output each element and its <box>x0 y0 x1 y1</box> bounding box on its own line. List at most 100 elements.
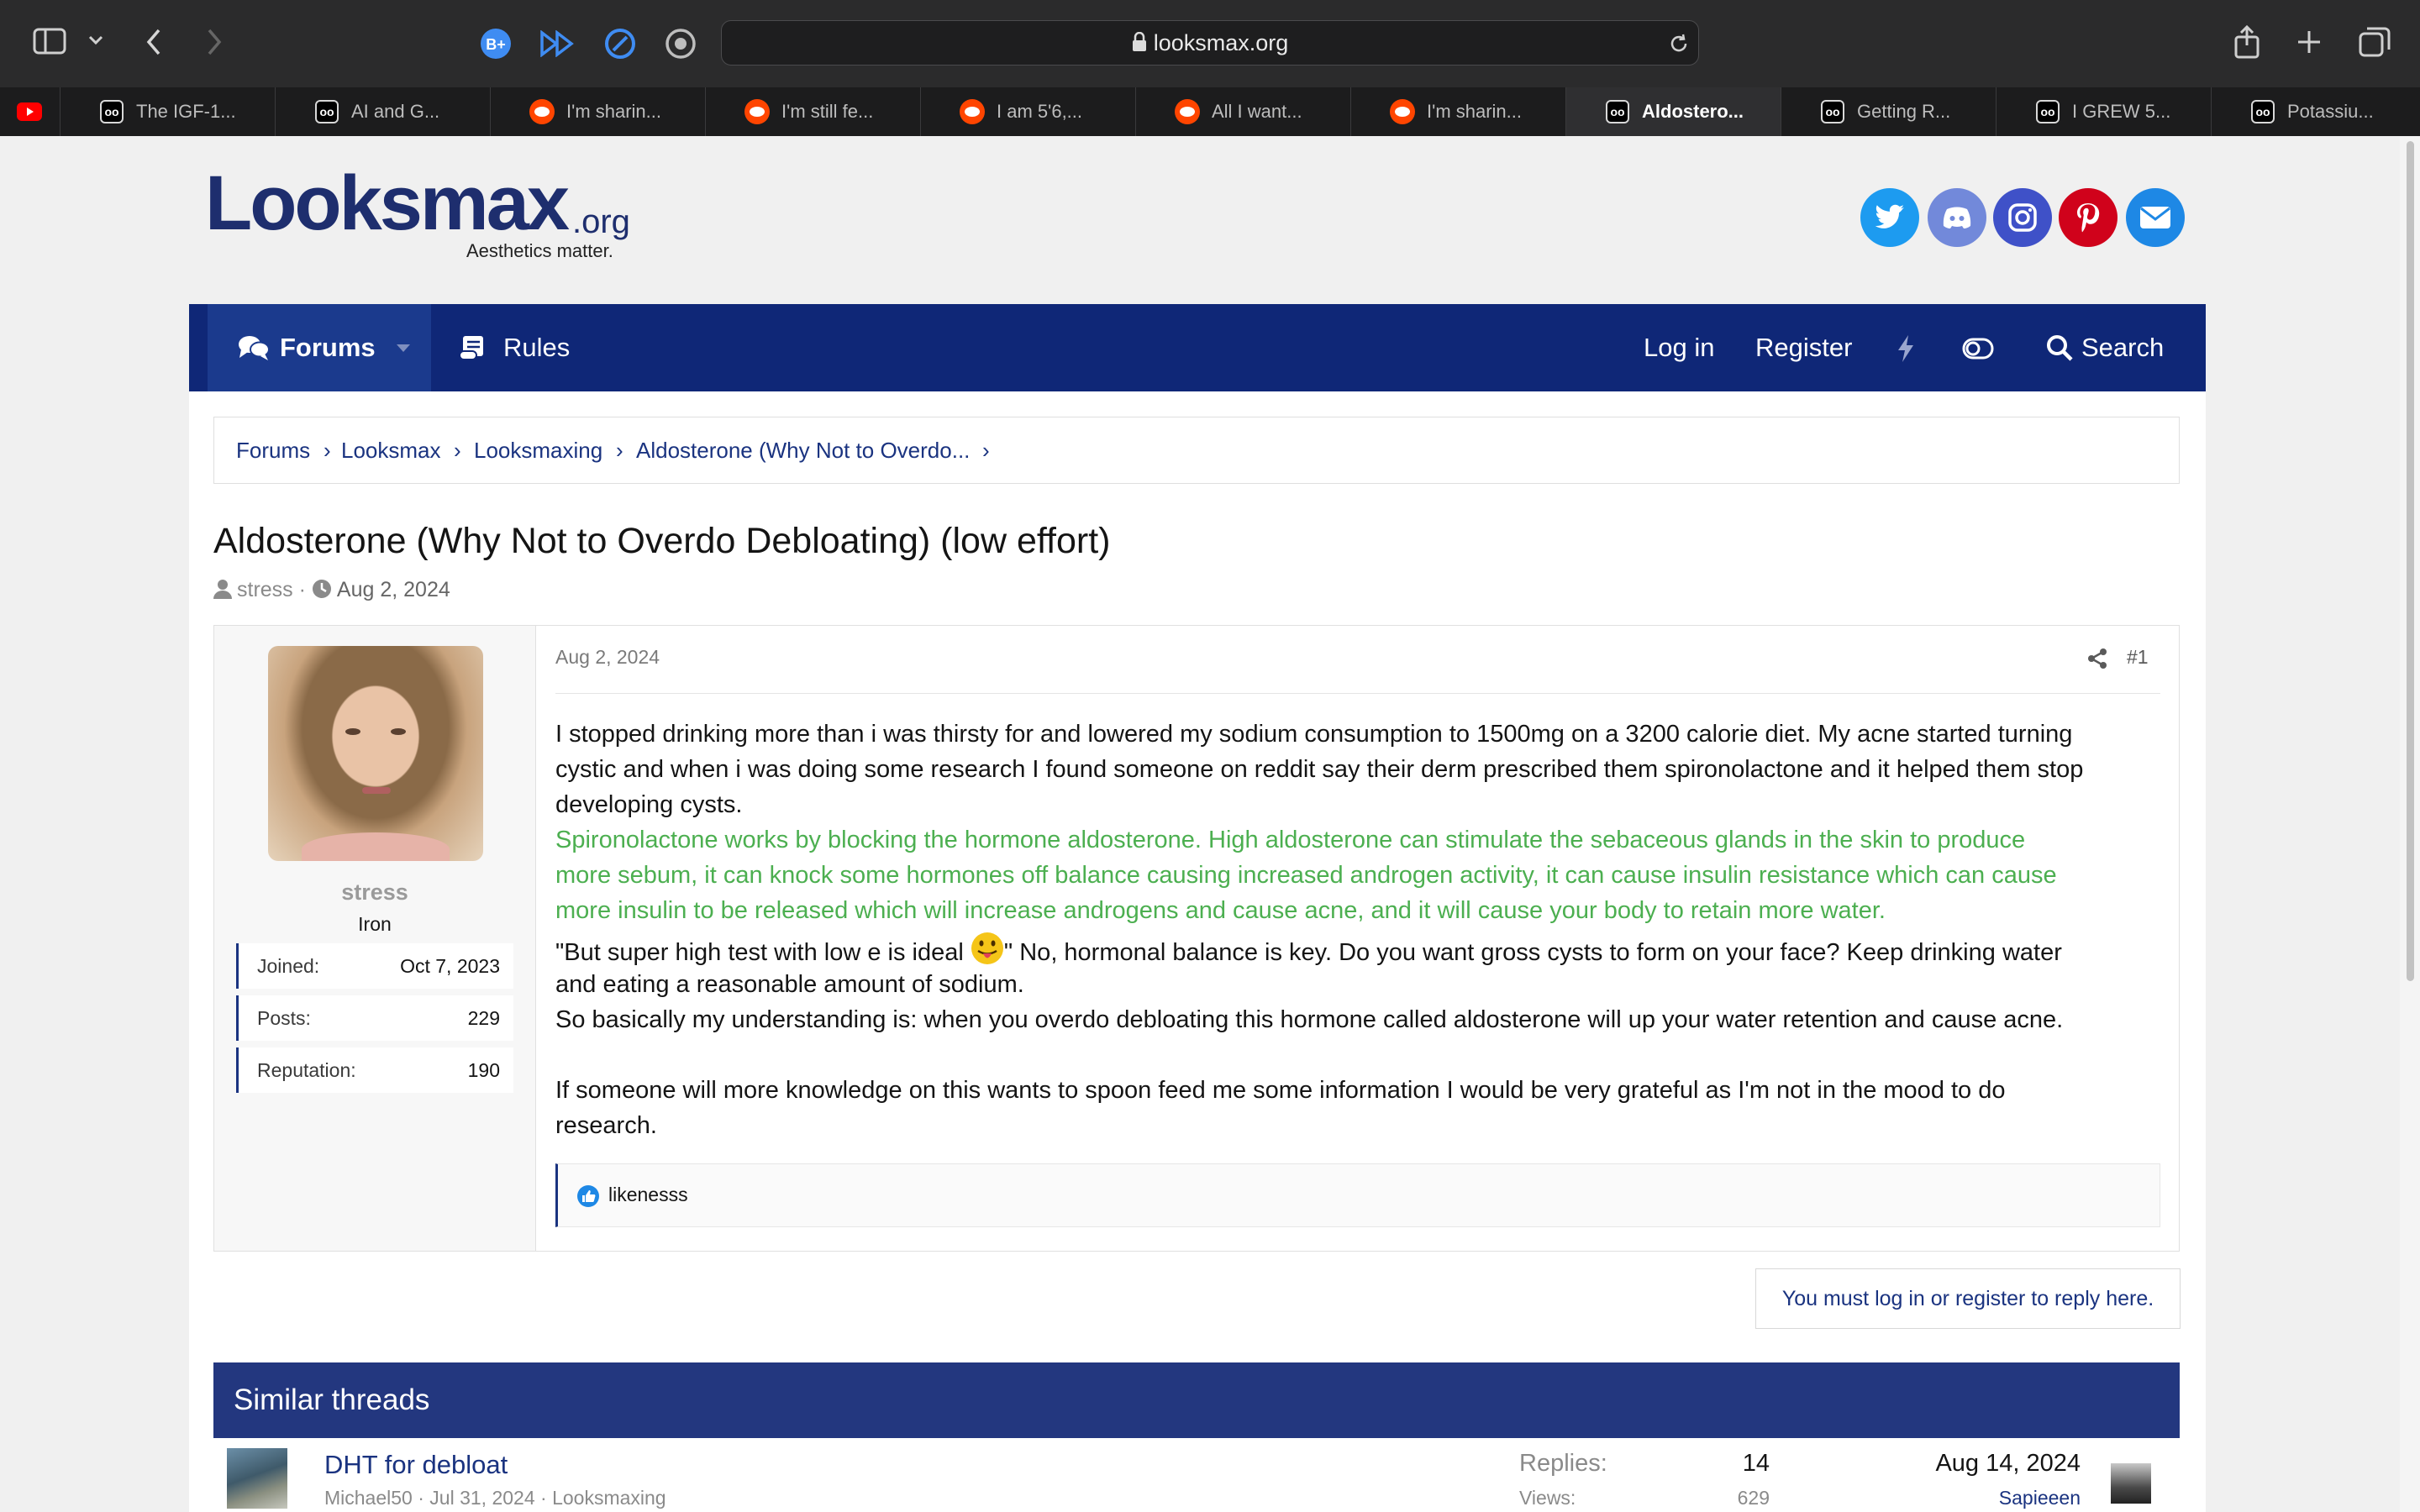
new-tab-icon[interactable] <box>2294 27 2324 57</box>
sidebar-toggle-icon[interactable] <box>32 27 67 55</box>
tab-getting[interactable]: oo Getting R... <box>1781 87 1996 136</box>
chevron-right-icon: › <box>982 438 990 463</box>
instagram-icon[interactable] <box>1993 188 2052 247</box>
share-icon[interactable] <box>2232 24 2262 60</box>
list-item[interactable]: DHT for debloat Michael50 · Jul 31, 2024… <box>213 1438 2180 1512</box>
page-title: Aldosterone (Why Not to Overdo Debloatin… <box>213 521 1111 561</box>
avatar[interactable] <box>268 646 483 861</box>
nav-search-button[interactable]: Search <box>2046 304 2197 391</box>
forward-icon[interactable] <box>202 27 227 57</box>
post-body: Aug 2, 2024 #1 I stopped drinking more t… <box>555 626 2160 1251</box>
extension-bplus-icon[interactable]: B+ <box>479 27 513 60</box>
nav-forums-label: Forums <box>280 333 376 362</box>
tab-ai[interactable]: oo AI and G... <box>276 87 491 136</box>
breadcrumb: Forums › Looksmax › Looksmaxing › Aldost… <box>213 417 2180 484</box>
bolt-icon[interactable] <box>1897 334 1915 367</box>
similar-thread-forum[interactable]: Looksmaxing <box>552 1487 666 1509</box>
reload-icon[interactable] <box>1666 31 1691 56</box>
email-icon[interactable] <box>2126 188 2185 247</box>
thread-author[interactable]: stress <box>237 578 293 601</box>
stat-label: Posts: <box>257 1007 311 1029</box>
tab-bar: oo The IGF-1... oo AI and G... I'm sharin.… <box>0 87 2420 136</box>
stat-joined: Joined: Oct 7, 2023 <box>236 943 513 989</box>
tab-reddit-4[interactable]: All I want... <box>1136 87 1351 136</box>
tab-grew[interactable]: oo I GREW 5... <box>1996 87 2212 136</box>
thread-date[interactable]: Aug 2, 2024 <box>337 578 450 601</box>
scrollbar-thumb[interactable] <box>2407 141 2414 981</box>
reddit-icon <box>960 99 985 124</box>
post-text-line: So basically my understanding is: when y… <box>555 1006 2064 1033</box>
meta-separator: · <box>412 1487 430 1509</box>
similar-thread-title[interactable]: DHT for debloat <box>324 1450 508 1480</box>
chevron-right-icon: › <box>616 438 623 463</box>
reply-notice-text[interactable]: You must log in or register to reply her… <box>1756 1269 2180 1328</box>
similar-threads-header: Similar threads <box>213 1362 2180 1438</box>
tab-reddit-2[interactable]: I'm still fe... <box>706 87 921 136</box>
tab-reddit-1[interactable]: I'm sharin... <box>491 87 706 136</box>
tab-reddit-3[interactable]: I am 5'6,... <box>921 87 1136 136</box>
chevron-down-icon[interactable] <box>87 32 104 49</box>
svg-text:B+: B+ <box>486 36 506 53</box>
breadcrumb-looksmaxing[interactable]: Looksmaxing <box>474 417 602 483</box>
back-icon[interactable] <box>141 27 166 57</box>
reddit-icon <box>529 99 555 124</box>
similar-thread-author[interactable]: Michael50 <box>324 1487 413 1509</box>
breadcrumb-thread[interactable]: Aldosterone (Why Not to Overdo... <box>636 417 970 483</box>
tab-aldosterone[interactable]: oo Aldostero... <box>1566 87 1781 136</box>
extension-record-icon[interactable] <box>664 27 697 60</box>
post-username[interactable]: stress <box>214 879 535 906</box>
twitter-icon[interactable] <box>1860 188 1919 247</box>
looksmax-icon: oo <box>1820 99 1845 124</box>
pinterest-icon[interactable] <box>2059 188 2118 247</box>
site-logo[interactable]: Looksmax <box>205 165 570 242</box>
looksmax-icon: oo <box>2250 99 2275 124</box>
reaction-user[interactable]: likenesss <box>608 1164 688 1225</box>
comments-icon <box>238 334 270 365</box>
extension-fastforward-icon[interactable] <box>539 29 576 59</box>
caret-down-icon[interactable] <box>396 343 411 358</box>
post-number[interactable]: #1 <box>2127 646 2149 669</box>
reply-notice[interactable]: You must log in or register to reply her… <box>1755 1268 2181 1329</box>
tab-label: I'm sharin... <box>1427 101 1523 122</box>
tab-youtube[interactable] <box>0 87 60 136</box>
tab-overview-icon[interactable] <box>2358 25 2391 59</box>
chevron-right-icon: › <box>324 438 331 463</box>
similar-thread-date: Jul 31, 2024 <box>429 1487 535 1509</box>
chevron-right-icon: › <box>454 438 461 463</box>
tab-label: I'm sharin... <box>566 101 662 122</box>
tab-label: Aldostero... <box>1642 101 1744 122</box>
reactions-bar[interactable]: likenesss <box>555 1163 2160 1227</box>
tab-igf[interactable]: oo The IGF-1... <box>60 87 276 136</box>
login-link[interactable]: Log in <box>1644 304 1714 391</box>
breadcrumb-forums[interactable]: Forums <box>236 417 310 483</box>
lock-icon <box>1132 23 1147 66</box>
tab-label: Potassiu... <box>2287 101 2374 122</box>
post-text-line: If someone will more knowledge on this w… <box>555 1077 2006 1104</box>
tab-label: I GREW 5... <box>2072 101 2171 122</box>
looksmax-icon: oo <box>99 99 124 124</box>
extension-compass-icon[interactable] <box>603 27 637 60</box>
scrollbar[interactable] <box>2400 136 2420 1512</box>
avatar[interactable] <box>2111 1463 2151 1504</box>
breadcrumb-looksmax[interactable]: Looksmax <box>341 417 441 483</box>
toggle-style-icon[interactable] <box>1962 338 1994 364</box>
tab-reddit-5[interactable]: I'm sharin... <box>1351 87 1566 136</box>
url-display: looksmax.org <box>722 21 1698 66</box>
discord-icon[interactable] <box>1928 188 1986 247</box>
nav-forums-tab[interactable]: Forums <box>208 304 431 391</box>
stat-value: 190 <box>467 1059 500 1081</box>
register-link[interactable]: Register <box>1755 304 1852 391</box>
share-icon[interactable] <box>2086 648 2108 674</box>
post-text-fragment: "But super high test with low e is ideal <box>555 939 971 966</box>
post-date[interactable]: Aug 2, 2024 <box>555 646 660 669</box>
last-post-user[interactable]: Sapieeen <box>1877 1487 2081 1509</box>
avatar[interactable] <box>227 1448 287 1509</box>
post-text-line: cystic and when i was doing some researc… <box>555 756 2084 783</box>
nav-rules-tab[interactable]: Rules <box>441 304 570 391</box>
url-text: looksmax.org <box>1153 30 1289 55</box>
browser-toolbar: B+ looksmax.org <box>0 0 2420 87</box>
reddit-icon <box>1390 99 1415 124</box>
tab-potassium[interactable]: oo Potassiu... <box>2212 87 2420 136</box>
address-bar[interactable]: looksmax.org <box>721 20 1699 66</box>
last-post-date[interactable]: Aug 14, 2024 <box>1877 1450 2081 1478</box>
